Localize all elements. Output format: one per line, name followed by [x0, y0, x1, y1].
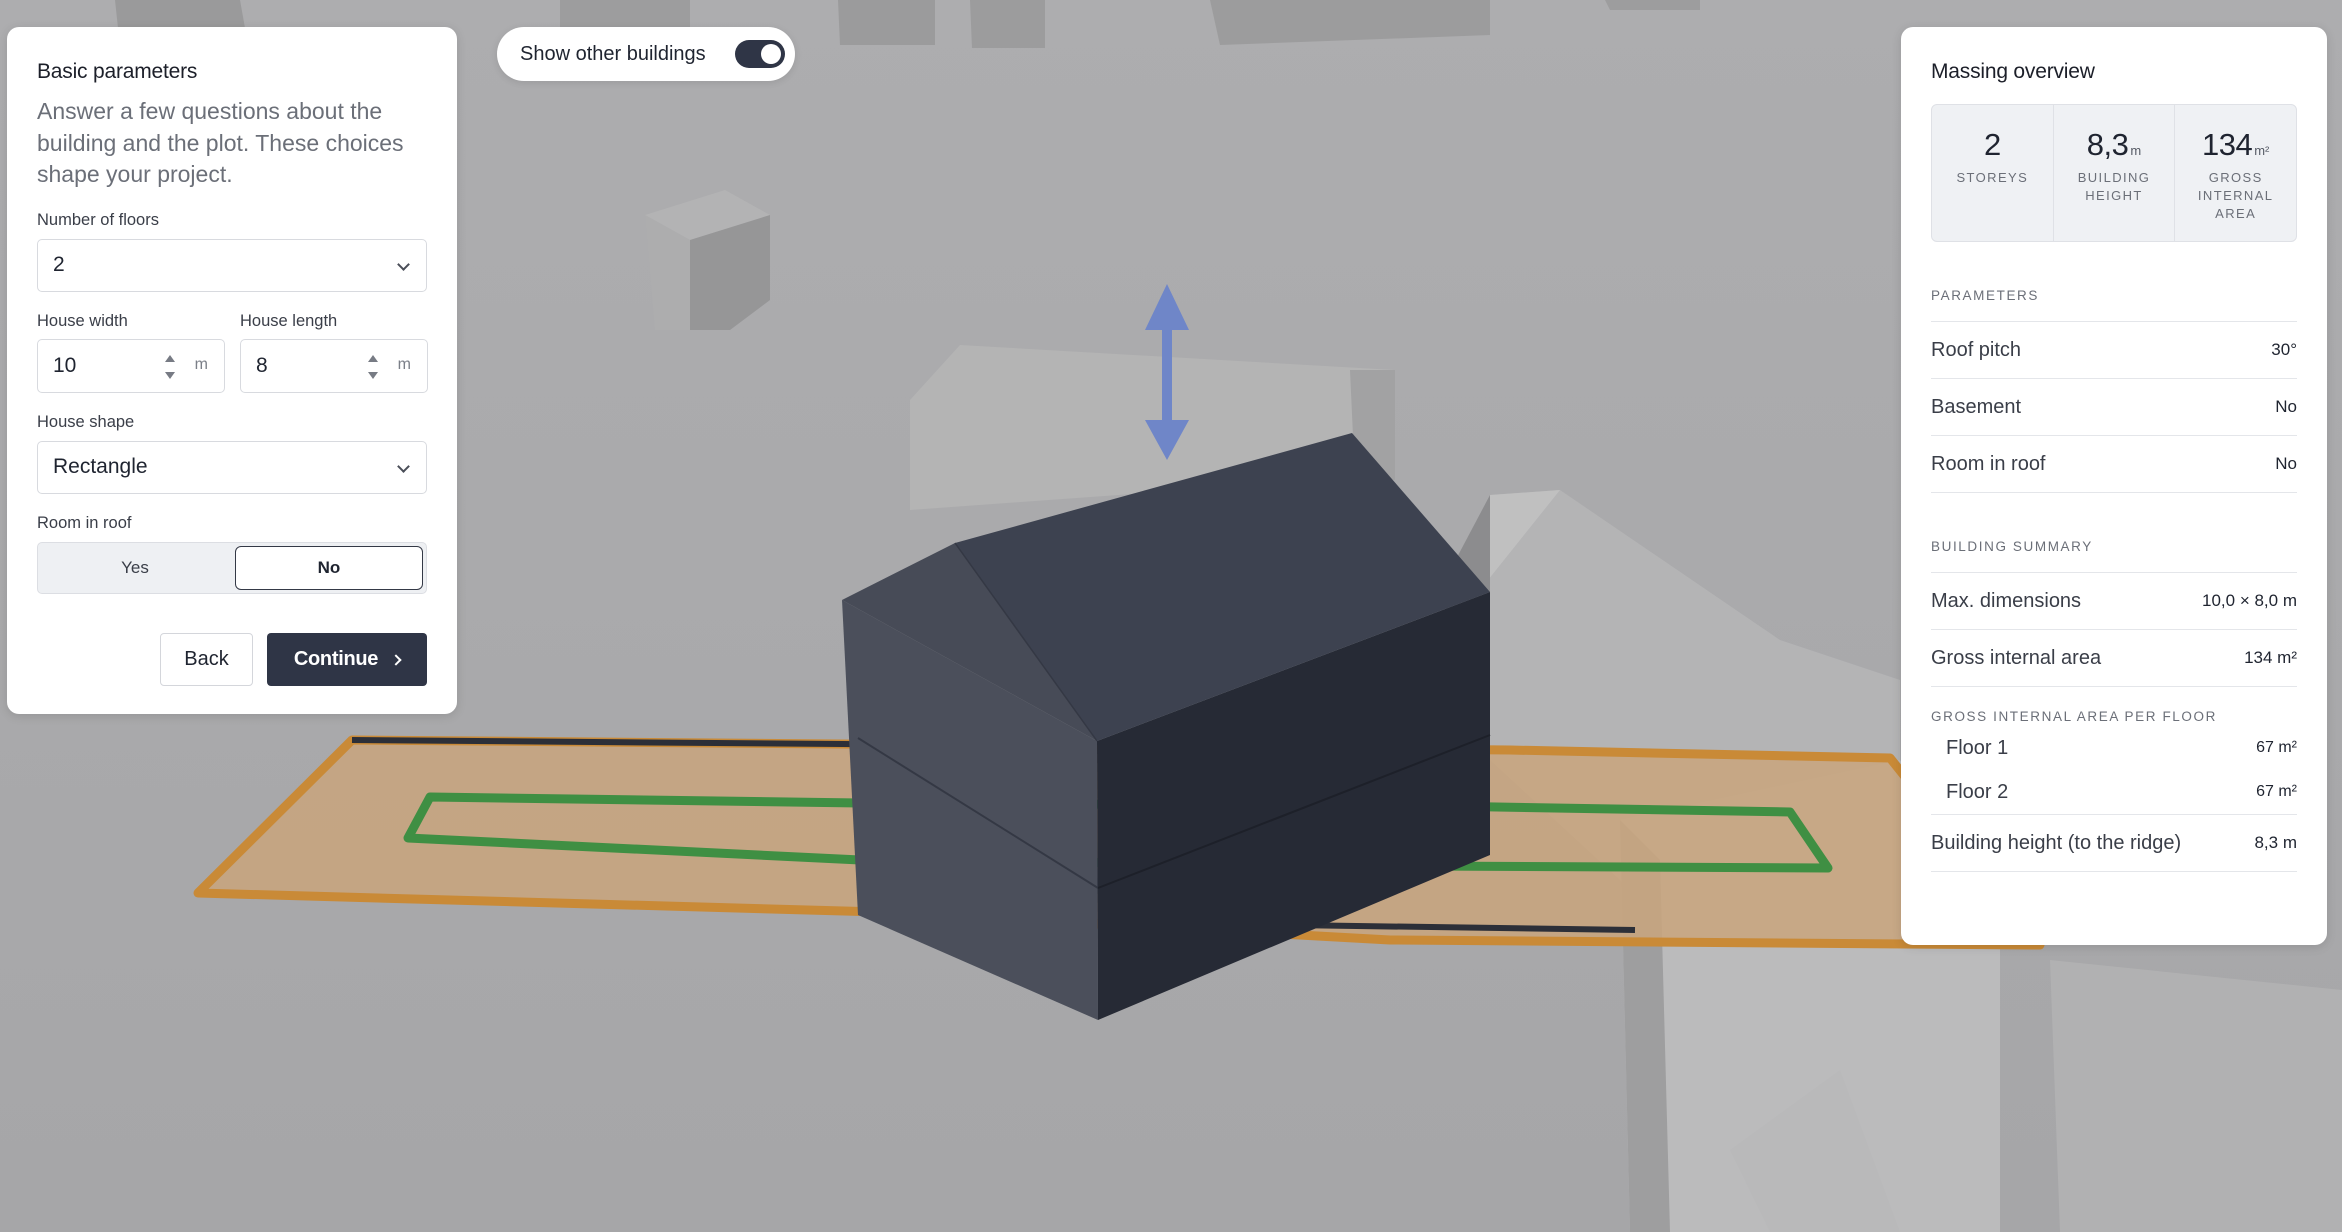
param-row-room-in-roof: Room in roof No: [1931, 436, 2297, 493]
room-in-roof-yes[interactable]: Yes: [38, 543, 232, 593]
stats-summary: 2 STOREYS 8,3 m BUILDING HEIGHT 134 m² GRO…: [1931, 104, 2297, 242]
stat-value: 2: [1983, 127, 2001, 162]
floors-select[interactable]: 2: [37, 238, 427, 292]
stat-value: 134: [2201, 127, 2253, 162]
intro-text: Answer a few questions about the buildin…: [37, 98, 404, 187]
row-label: Floor 2: [1946, 780, 2009, 803]
height-row: Building height (to the ridge) 8,3 m: [1931, 815, 2297, 872]
shape-label: House shape: [37, 412, 135, 431]
param-row-basement: Basement No: [1931, 379, 2297, 436]
stat-unit: m²: [2254, 143, 2270, 158]
width-label: House width: [37, 311, 128, 330]
length-value: 8: [256, 353, 268, 377]
width-stepper-icon[interactable]: [164, 354, 176, 380]
length-stepper-icon[interactable]: [367, 354, 379, 380]
room-in-roof-no[interactable]: No: [234, 545, 423, 590]
row-label: Roof pitch: [1931, 338, 2022, 361]
length-input[interactable]: 8 m: [240, 338, 428, 393]
width-value: 10: [53, 353, 77, 377]
param-row-roof-pitch: Roof pitch 30°: [1931, 322, 2297, 379]
row-value: 67 m²: [2256, 783, 2297, 800]
toggle-switch[interactable]: [735, 40, 785, 68]
stat-label: GROSS INTERNAL AREA: [2197, 170, 2274, 221]
stat-label: STOREYS: [1956, 170, 2029, 185]
row-value: 8,3 m: [2254, 833, 2297, 852]
massing-overview-panel: Massing overview 2 STOREYS 8,3 m BUILDING…: [1901, 27, 2327, 945]
length-unit: m: [397, 355, 411, 373]
shape-select[interactable]: Rectangle: [37, 440, 427, 494]
chevron-down-icon: [397, 459, 410, 473]
width-input[interactable]: 10 m: [37, 338, 225, 393]
row-value: 10,0 × 8,0 m: [2202, 591, 2297, 610]
floors-value: 2: [53, 253, 65, 276]
row-label: Gross internal area: [1931, 646, 2102, 669]
summary-row-gross-internal-area: Gross internal area 134 m²: [1931, 630, 2297, 687]
floor-row: Floor 2 67 m²: [1931, 770, 2297, 814]
row-value: 134 m²: [2244, 648, 2297, 667]
row-label: Building height (to the ridge): [1931, 831, 2182, 854]
summary-heading: BUILDING SUMMARY: [1931, 539, 2297, 573]
per-floor-heading: GROSS INTERNAL AREA PER FLOOR: [1931, 709, 2217, 724]
show-other-buildings-toggle[interactable]: Show other buildings: [497, 27, 795, 81]
row-label: Basement: [1931, 395, 2022, 418]
row-label: Max. dimensions: [1931, 589, 2082, 612]
room-in-roof-label: Room in roof: [37, 513, 132, 532]
row-value: No: [2275, 397, 2297, 416]
row-value: No: [2275, 454, 2297, 473]
back-label: Back: [184, 648, 229, 670]
summary-row-max-dimensions: Max. dimensions 10,0 × 8,0 m: [1931, 573, 2297, 630]
back-button[interactable]: Back: [160, 633, 253, 686]
length-label: House length: [240, 311, 338, 330]
width-unit: m: [194, 355, 208, 373]
overview-title: Massing overview: [1931, 60, 2095, 83]
chevron-down-icon: [397, 257, 410, 271]
row-value: 30°: [2271, 340, 2297, 359]
stat-value: 8,3: [2086, 127, 2129, 162]
stat-unit: m: [2130, 143, 2142, 158]
row-label: Floor 1: [1946, 736, 2009, 759]
continue-button[interactable]: Continue: [267, 633, 427, 686]
floor-row: Floor 1 67 m²: [1931, 726, 2297, 770]
panel-title: Basic parameters: [37, 60, 198, 83]
continue-label: Continue: [293, 648, 379, 670]
stat-gross-internal-area: 134 m² GROSS INTERNAL AREA: [2175, 105, 2296, 241]
room-in-roof-segmented: Yes No: [37, 541, 427, 594]
basic-parameters-panel: Basic parameters Answer a few questions …: [7, 27, 457, 714]
row-value: 67 m²: [2256, 739, 2297, 756]
stat-storeys: 2 STOREYS: [1932, 105, 2054, 241]
stat-building-height: 8,3 m BUILDING HEIGHT: [2054, 105, 2176, 241]
shape-value: Rectangle: [53, 455, 148, 478]
row-label: Room in roof: [1931, 452, 2046, 475]
parameters-heading: PARAMETERS: [1931, 288, 2297, 322]
toggle-knob: [761, 44, 781, 64]
toggle-label: Show other buildings: [520, 42, 706, 65]
floors-label: Number of floors: [37, 210, 159, 229]
chevron-right-icon: [390, 653, 402, 666]
stat-label: BUILDING HEIGHT: [2077, 170, 2151, 203]
